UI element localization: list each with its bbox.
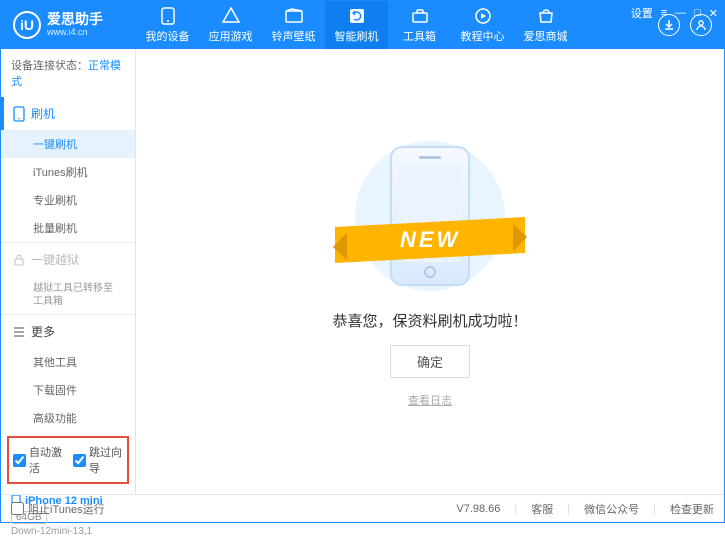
phone-icon [13, 106, 25, 122]
titlebar: iU 爱思助手 www.i4.cn 我的设备 应用游戏 铃声壁纸 智能刷机 [1, 1, 724, 49]
media-icon [285, 7, 303, 25]
logo-icon: iU [13, 11, 41, 39]
nav-media[interactable]: 铃声壁纸 [262, 1, 325, 49]
sidebar-item-batch[interactable]: 批量刷机 [1, 214, 135, 242]
nav-apps[interactable]: 应用游戏 [199, 1, 262, 49]
connection-status: 设备连接状态：正常模式 [1, 49, 135, 97]
sidebar-item-itunes[interactable]: iTunes刷机 [1, 158, 135, 186]
nav-label: 教程中心 [461, 28, 505, 44]
sidebar-section-jailbreak[interactable]: 一键越狱 [1, 243, 135, 276]
section-label: 刷机 [31, 105, 55, 122]
nav-tutorial[interactable]: 教程中心 [451, 1, 514, 49]
success-message: 恭喜您，保资料刷机成功啦！ [332, 310, 527, 331]
logo: iU 爱思助手 www.i4.cn [1, 11, 136, 39]
nav-tools[interactable]: 工具箱 [388, 1, 451, 49]
nav-label: 工具箱 [403, 28, 436, 44]
check-update-link[interactable]: 检查更新 [670, 501, 714, 517]
top-nav: 我的设备 应用游戏 铃声壁纸 智能刷机 工具箱 教程中心 [136, 1, 646, 49]
sidebar-section-more[interactable]: 更多 [1, 315, 135, 348]
minimize-icon[interactable]: — [675, 7, 686, 19]
shop-icon [537, 7, 555, 25]
device-icon [159, 7, 177, 25]
version-label: V7.98.66 [456, 503, 500, 515]
tutorial-icon [474, 7, 492, 25]
nav-shop[interactable]: 爱思商城 [514, 1, 577, 49]
nav-label: 爱思商城 [524, 28, 568, 44]
nav-label: 铃声壁纸 [272, 28, 316, 44]
apps-icon [222, 7, 240, 25]
nav-flash[interactable]: 智能刷机 [325, 1, 388, 49]
sidebar-item-one-key[interactable]: 一键刷机 [1, 130, 135, 158]
service-link[interactable]: 客服 [531, 501, 553, 517]
view-log-link[interactable]: 查看日志 [408, 392, 452, 408]
app-url: www.i4.cn [47, 28, 103, 38]
sidebar-item-other-tools[interactable]: 其他工具 [1, 348, 135, 376]
app-name: 爱思助手 [47, 12, 103, 27]
section-label: 更多 [31, 323, 55, 340]
tools-icon [411, 7, 429, 25]
main-content: NEW 恭喜您，保资料刷机成功啦！ 确定 查看日志 [136, 49, 724, 494]
sidebar-item-advanced[interactable]: 高级功能 [1, 404, 135, 432]
lock-icon [13, 253, 25, 267]
auto-activate-checkbox[interactable]: 自动激活 [13, 444, 63, 476]
list-icon [13, 326, 25, 338]
feedback-icon[interactable]: ≡ [661, 7, 667, 19]
maximize-icon[interactable]: □ [694, 7, 701, 19]
block-itunes-checkbox[interactable]: 阻止iTunes运行 [11, 501, 105, 517]
jailbreak-note: 越狱工具已转移至 工具箱 [1, 276, 135, 314]
flash-icon [348, 7, 366, 25]
sidebar: 设备连接状态：正常模式 刷机 一键刷机 iTunes刷机 专业刷机 批量刷机 一… [1, 49, 136, 494]
section-label: 一键越狱 [31, 251, 79, 268]
sidebar-item-download-fw[interactable]: 下载固件 [1, 376, 135, 404]
nav-my-device[interactable]: 我的设备 [136, 1, 199, 49]
ok-button[interactable]: 确定 [390, 345, 470, 378]
wechat-link[interactable]: 微信公众号 [584, 501, 639, 517]
settings-label[interactable]: 设置 [631, 5, 653, 21]
footer: 阻止iTunes运行 V7.98.66| 客服| 微信公众号| 检查更新 [1, 494, 724, 522]
sidebar-item-pro[interactable]: 专业刷机 [1, 186, 135, 214]
sidebar-section-flash[interactable]: 刷机 [1, 97, 135, 130]
close-icon[interactable]: ✕ [709, 7, 718, 20]
nav-label: 智能刷机 [335, 28, 379, 44]
device-firmware: Down-12mini-13,1 [11, 526, 125, 537]
success-illustration: NEW [345, 136, 515, 296]
nav-label: 应用游戏 [209, 28, 253, 44]
options-box: 自动激活 跳过向导 [7, 436, 129, 484]
skip-guide-checkbox[interactable]: 跳过向导 [73, 444, 123, 476]
nav-label: 我的设备 [146, 28, 190, 44]
